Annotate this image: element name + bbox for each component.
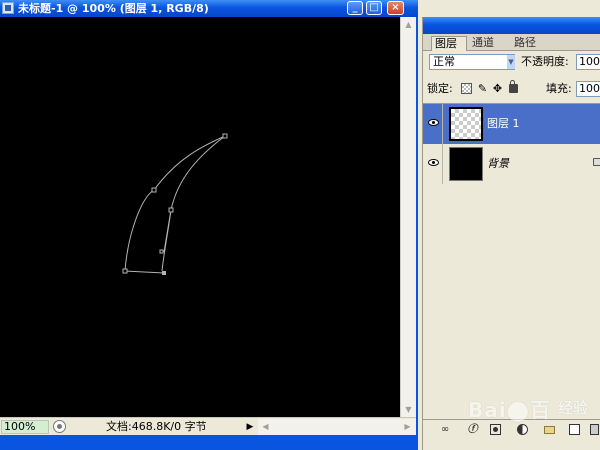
lock-all-icon[interactable] — [509, 80, 518, 93]
adjustment-layer-icon[interactable] — [517, 424, 528, 435]
anchor-point — [151, 187, 157, 193]
tab-layers[interactable]: 图层 — [431, 36, 467, 51]
anchor-point — [168, 207, 174, 213]
panel-tabs: 图层 通道 路径 — [423, 34, 600, 51]
blend-mode-value: 正常 — [433, 55, 455, 68]
layer-name: 图层 1 — [487, 117, 520, 130]
close-button[interactable]: × — [387, 1, 404, 15]
path-outer-curve — [124, 135, 226, 272]
document-statusbar: 100% 文档:468.8K/0 字节 ▶ ◀ ▶ — [0, 417, 416, 435]
scroll-down-arrow-icon[interactable]: ▼ — [401, 402, 416, 417]
layer-thumbnail — [449, 107, 483, 141]
fill-field[interactable]: 100% — [576, 81, 600, 97]
zoom-field[interactable]: 100% — [1, 420, 49, 434]
panel-titlebar[interactable] — [423, 17, 600, 34]
lock-paint-icon[interactable]: ✎ — [477, 83, 488, 94]
vertical-scrollbar[interactable]: ▲ ▼ — [400, 17, 416, 417]
add-mask-icon[interactable] — [490, 424, 501, 435]
canvas[interactable] — [0, 17, 400, 417]
status-menu-arrow-icon[interactable]: ▶ — [244, 420, 256, 434]
path-bottom-edge — [124, 270, 165, 274]
window-border — [416, 17, 418, 450]
layer-row-layer-1[interactable]: 图层 1 — [423, 104, 600, 144]
link-layers-icon[interactable]: ∞ — [437, 424, 453, 435]
lock-position-icon[interactable]: ✥ — [492, 83, 503, 94]
visibility-toggle[interactable] — [425, 104, 443, 144]
path-inner-curve — [161, 135, 226, 272]
eye-icon — [428, 119, 439, 126]
document-title: 未标题-1 @ 100% (图层 1, RGB/8) — [18, 2, 209, 15]
baidu-jingyan-watermark: Bai⬤百 经验 — [468, 392, 598, 424]
opacity-field[interactable]: 100% — [576, 54, 600, 70]
blend-mode-select[interactable]: 正常 ▼ — [429, 54, 515, 70]
layer-list: 图层 1 背景 — [423, 103, 600, 419]
layer-style-icon[interactable]: ⓕ — [467, 424, 478, 435]
anchor-point — [222, 133, 228, 139]
tab-paths[interactable]: 路径 — [511, 36, 547, 51]
scroll-right-arrow-icon[interactable]: ▶ — [400, 419, 415, 435]
watermark-sub-text: 经验 — [558, 399, 589, 417]
scroll-left-arrow-icon[interactable]: ◀ — [258, 419, 273, 435]
eye-icon — [428, 159, 439, 166]
document-titlebar[interactable]: 未标题-1 @ 100% (图层 1, RGB/8) _ □ × — [0, 0, 418, 17]
minimize-button[interactable]: _ — [347, 1, 363, 15]
maximize-button[interactable]: □ — [366, 1, 382, 15]
chevron-down-icon[interactable]: ▼ — [507, 55, 515, 69]
path-inner-stem — [163, 209, 172, 253]
window-border — [0, 435, 418, 450]
layer-row-background[interactable]: 背景 — [423, 144, 600, 184]
anchor-point — [122, 268, 128, 274]
delete-layer-icon[interactable] — [590, 424, 599, 435]
lock-label: 锁定: — [427, 82, 453, 95]
layer-name: 背景 — [487, 157, 509, 170]
lock-transparency-icon[interactable] — [461, 83, 472, 94]
scroll-up-arrow-icon[interactable]: ▲ — [401, 17, 416, 32]
watermark-logo-text: Bai⬤百 — [468, 398, 551, 422]
new-layer-icon[interactable] — [569, 424, 580, 435]
tab-channels[interactable]: 通道 — [469, 36, 509, 51]
layer-thumbnail — [449, 147, 483, 181]
pen-path-drawing — [122, 133, 228, 275]
anchor-point — [159, 249, 164, 254]
fill-label: 填充: — [546, 82, 572, 95]
opacity-label: 不透明度: — [521, 55, 569, 68]
layers-panel: 图层 通道 路径 正常 ▼ 不透明度: 100% 锁定: ✎ ✥ 填充: 100… — [422, 17, 600, 450]
visibility-toggle[interactable] — [425, 144, 443, 184]
document-window: 未标题-1 @ 100% (图层 1, RGB/8) _ □ × ▲ ▼ 100… — [0, 0, 418, 450]
status-options-icon[interactable] — [53, 420, 66, 433]
selected-anchor-point — [162, 271, 166, 275]
horizontal-scrollbar[interactable]: ◀ ▶ — [258, 419, 416, 435]
new-group-icon[interactable] — [544, 426, 555, 434]
lock-icon — [593, 158, 600, 166]
document-size-text: 文档:468.8K/0 字节 — [106, 420, 207, 433]
photoshop-document-icon — [2, 2, 14, 14]
